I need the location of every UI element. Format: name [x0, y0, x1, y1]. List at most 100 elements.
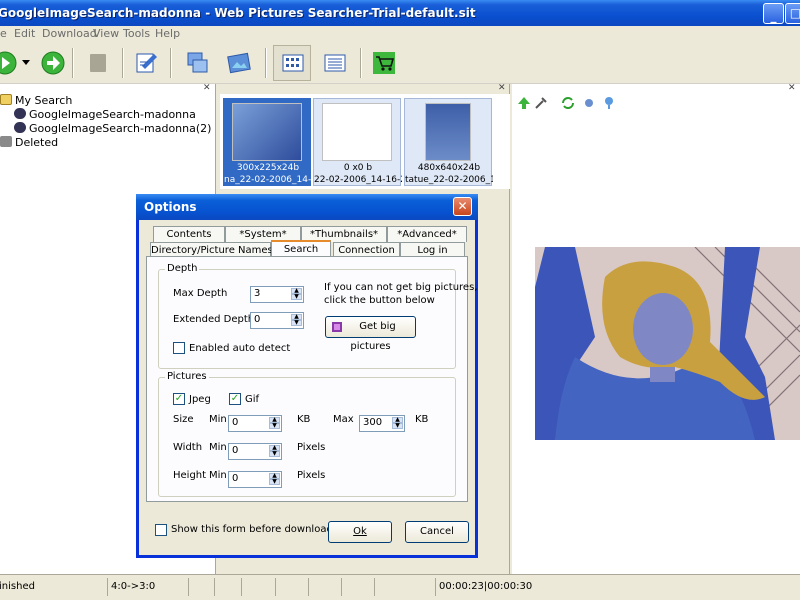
- depth-group: Depth Max Depth 3 ▲ ▼ Extended Depth 0 ▲ ▼…: [158, 263, 477, 369]
- big-pictures-hint-2: click the button below: [324, 295, 435, 306]
- options-dialog: Options ✕ Contents *System* *Thumbnails*…: [136, 194, 478, 558]
- settings-icon[interactable]: [582, 96, 596, 110]
- menu-view[interactable]: View: [93, 27, 119, 40]
- details-view-icon[interactable]: [322, 50, 348, 76]
- ok-button[interactable]: Ok: [328, 521, 392, 543]
- thumbnail-item[interactable]: 480x640x24b tatue_22-02-2006_14-: [404, 98, 493, 186]
- height-min-stepper[interactable]: 0 ▲ ▼: [228, 471, 282, 488]
- refresh-icon[interactable]: [561, 96, 575, 110]
- max-depth-label: Max Depth: [173, 288, 228, 299]
- menu-tools[interactable]: Tools: [123, 27, 150, 40]
- width-min-stepper[interactable]: 0 ▲ ▼: [228, 443, 282, 460]
- tab-label: Directory/Picture Names: [151, 245, 273, 256]
- size-min-stepper[interactable]: 0 ▲ ▼: [228, 415, 282, 432]
- tree-root[interactable]: My Search: [0, 94, 72, 107]
- toolbar-separator: [72, 48, 74, 78]
- up-arrow-icon[interactable]: [517, 96, 531, 110]
- close-panel-icon[interactable]: ✕: [788, 83, 796, 93]
- spin-arrows-icon[interactable]: ▲ ▼: [269, 473, 280, 486]
- thumbnail-strip: 300x225x24b na_22-02-2006_14-16-2 0 x0 b…: [220, 94, 510, 189]
- menu-file[interactable]: e: [0, 27, 7, 40]
- forward-icon[interactable]: [40, 50, 66, 76]
- tab-label: *System*: [239, 229, 287, 240]
- toolbar-separator: [122, 48, 124, 78]
- shopping-cart-icon[interactable]: [371, 50, 397, 76]
- width-min-value: 0: [232, 445, 239, 456]
- max-depth-value: 3: [254, 288, 261, 299]
- tree-deleted-label: Deleted: [15, 136, 59, 149]
- thumbnail-item[interactable]: 300x225x24b na_22-02-2006_14-16-2: [223, 98, 312, 186]
- picture-icon[interactable]: [226, 50, 252, 76]
- menu-help[interactable]: Help: [155, 27, 180, 40]
- menu-bar: e Edit Download View Tools Help: [0, 26, 800, 42]
- edit-search-icon[interactable]: [134, 50, 160, 76]
- status-cell: [214, 578, 240, 596]
- status-progress: 4:0->3:0: [107, 578, 187, 596]
- thumbnail-dims: 300x225x24b: [236, 163, 300, 173]
- height-min-value: 0: [232, 473, 239, 484]
- search-tab-panel: Depth Max Depth 3 ▲ ▼ Extended Depth 0 ▲ ▼…: [146, 256, 477, 502]
- spin-arrows-icon[interactable]: ▲ ▼: [269, 445, 280, 458]
- tab-contents[interactable]: Contents: [153, 226, 225, 242]
- thumbnail-item[interactable]: 0 x0 b 22-02-2006_14-16-22: [313, 98, 402, 186]
- preview-image: [535, 247, 800, 440]
- tree-deleted[interactable]: Deleted: [0, 136, 58, 149]
- menu-edit[interactable]: Edit: [14, 27, 35, 40]
- recycle-bin-icon: [0, 136, 12, 147]
- dropdown-arrow-icon[interactable]: [22, 60, 30, 66]
- tree-item[interactable]: GoogleImageSearch-madonna(2): [14, 122, 211, 135]
- tab-label: *Advanced*: [397, 229, 457, 240]
- size-min-value: 0: [232, 417, 239, 428]
- network-icon[interactable]: [184, 50, 210, 76]
- toolbar-separator: [265, 48, 267, 78]
- minimize-button[interactable]: _: [763, 3, 784, 24]
- extended-depth-stepper[interactable]: 0 ▲ ▼: [250, 312, 304, 329]
- height-unit: Pixels: [297, 470, 326, 481]
- thumbnail-dims: 0 x0 b: [343, 163, 373, 173]
- folder-search-icon: [0, 94, 12, 105]
- status-cell: [374, 578, 434, 596]
- max-depth-stepper[interactable]: 3 ▲ ▼: [250, 286, 304, 303]
- get-big-pictures-label: Get big pictures: [350, 321, 396, 352]
- get-big-pictures-button[interactable]: Get big pictures: [325, 316, 416, 352]
- tab-advanced[interactable]: *Advanced*: [387, 226, 467, 242]
- close-panel-icon[interactable]: ✕: [203, 83, 211, 93]
- window-title: GoogleImageSearch-madonna - Web Pictures…: [0, 6, 476, 20]
- cancel-label: Cancel: [420, 526, 454, 537]
- close-panel-icon[interactable]: ✕: [498, 83, 506, 93]
- depth-group-label: Depth: [165, 263, 200, 274]
- spin-arrows-icon[interactable]: ▲ ▼: [291, 314, 302, 327]
- show-form-checkbox[interactable]: [155, 524, 167, 536]
- extended-depth-label: Extended Depth: [173, 314, 255, 325]
- spin-arrows-icon[interactable]: ▲ ▼: [291, 288, 302, 301]
- start-icon[interactable]: [0, 50, 18, 76]
- tree-item[interactable]: GoogleImageSearch-madonna: [14, 108, 196, 121]
- height-min-label: Min: [209, 470, 227, 481]
- info-icon[interactable]: [602, 96, 616, 110]
- jpeg-label: Jpeg: [189, 394, 211, 405]
- size-max-value: 300: [363, 417, 383, 428]
- size-max-stepper[interactable]: 300 ▲ ▼: [359, 415, 405, 432]
- main-toolbar: [0, 42, 800, 84]
- status-time: 00:00:23|00:00:30: [435, 578, 600, 596]
- dialog-close-button[interactable]: ✕: [453, 197, 472, 216]
- tree-root-label: My Search: [15, 94, 73, 107]
- width-unit: Pixels: [297, 442, 326, 453]
- tab-label: Connection: [338, 245, 395, 256]
- gif-checkbox[interactable]: ✓: [229, 393, 241, 405]
- ok-label: Ok: [353, 526, 367, 537]
- status-bar: inished 4:0->3:0 00:00:23|00:00:30: [0, 574, 800, 600]
- tool-icon[interactable]: [534, 96, 548, 110]
- jpeg-checkbox[interactable]: ✓: [173, 393, 185, 405]
- cancel-button[interactable]: Cancel: [405, 521, 469, 543]
- spin-arrows-icon[interactable]: ▲ ▼: [269, 417, 280, 430]
- tab-label: *Thumbnails*: [309, 229, 379, 240]
- stop-icon[interactable]: [85, 50, 111, 76]
- maximize-button[interactable]: □: [785, 3, 800, 24]
- auto-detect-checkbox[interactable]: [173, 342, 185, 354]
- size-min-unit: KB: [297, 414, 311, 425]
- menu-download[interactable]: Download: [42, 27, 97, 40]
- spin-arrows-icon[interactable]: ▲ ▼: [392, 417, 403, 430]
- status-cell: [241, 578, 274, 596]
- size-max-label: Max: [333, 414, 354, 425]
